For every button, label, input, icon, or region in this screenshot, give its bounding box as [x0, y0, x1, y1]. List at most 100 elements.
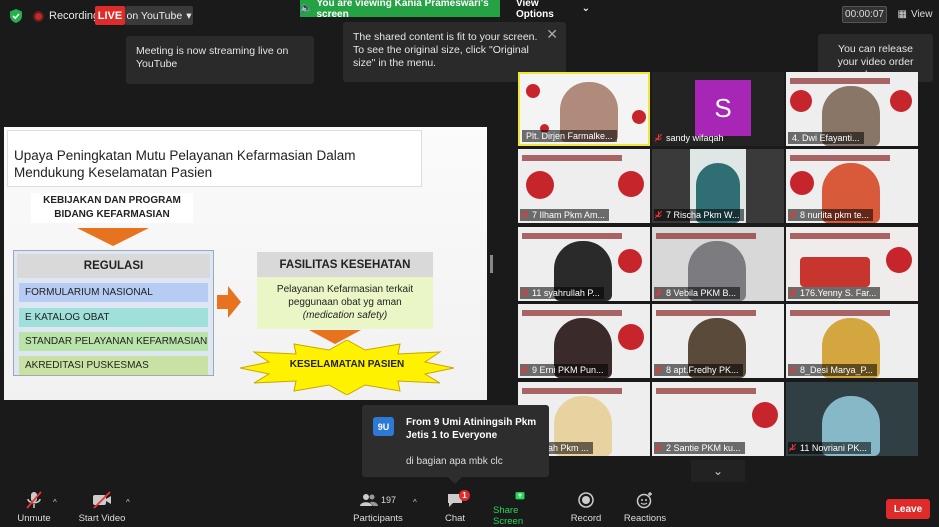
share-screen-label: Share Screen	[493, 505, 524, 527]
participant-video	[800, 257, 870, 287]
chevron-down-icon: ⌄	[581, 3, 590, 14]
badge-icon	[618, 249, 642, 273]
video-off-icon	[93, 491, 111, 509]
badge-icon	[790, 90, 812, 112]
fit-screen-text: The shared content is fit to your screen…	[353, 31, 538, 69]
video-tile[interactable]: 8 nurlita pkm te...	[786, 149, 918, 223]
badge-icon	[526, 171, 554, 199]
virus-icon	[632, 110, 646, 124]
unmute-label: Unmute	[17, 513, 51, 524]
share-screen-button[interactable]: Share Screen	[493, 491, 547, 527]
muted-mic-icon	[655, 211, 662, 219]
video-tile[interactable]: 11 Novriani PK...	[786, 382, 918, 456]
policy-box: KEBIJAKAN DAN PROGRAM BIDANG KEFARMASIAN	[31, 193, 193, 223]
participant-name: 2 Santie PKM ku...	[654, 442, 745, 454]
leave-button[interactable]: Leave	[886, 499, 930, 519]
facility-text-italic: (medication safety)	[302, 310, 388, 321]
chat-sender: From 9 Umi Atiningsih Pkm Jetis 1 to Eve…	[406, 417, 537, 441]
chat-notification[interactable]: 9U From 9 Umi Atiningsih Pkm Jetis 1 to …	[362, 405, 549, 477]
participant-name: 9 Erni PKM Pun...	[520, 364, 608, 376]
stream-target-dropdown[interactable]: on YouTube ▾	[125, 6, 193, 25]
muted-mic-icon	[789, 366, 796, 374]
speaker-icon: 🔈	[300, 3, 313, 14]
policy-line-2: BIDANG KEFARMASIAN	[54, 209, 170, 220]
arrow-right-icon	[217, 286, 241, 318]
video-tile[interactable]: Plt. Dirjen Farmalke...	[518, 72, 650, 146]
video-tile[interactable]: S sandy wifaqah	[652, 72, 784, 146]
video-tile[interactable]: 8 apt.Fredhy PK...	[652, 304, 784, 378]
reactions-button[interactable]: Reactions	[624, 491, 666, 527]
muted-mic-icon	[655, 134, 662, 142]
gallery-scroll-down-button[interactable]: ⌄	[691, 460, 745, 482]
badge-icon	[790, 171, 814, 195]
participant-name: 8_Desi Marya_P...	[788, 364, 877, 376]
muted-mic-icon	[655, 366, 662, 374]
caret-up-icon[interactable]: ^	[126, 498, 130, 507]
chat-notification-tail	[447, 476, 463, 484]
participants-icon	[359, 494, 378, 506]
participant-name: 4. Dwi Efayanti...	[788, 132, 864, 144]
participant-name: Plt. Dirjen Farmalke...	[522, 130, 617, 142]
video-tile[interactable]: 11 syahrullah P...	[518, 227, 650, 301]
participant-name: 176.Yenny S. Far...	[788, 287, 881, 299]
view-options-button[interactable]: View Options ⌄	[516, 0, 590, 20]
facility-title: FASILITAS KESEHATAN	[257, 252, 433, 277]
regulation-item: FORMULARIUM NASIONAL	[19, 283, 208, 302]
regulation-item: AKREDITASI PUSKESMAS	[19, 356, 208, 375]
stream-target-label: on YouTube	[126, 9, 183, 22]
split-divider-handle[interactable]	[490, 255, 493, 273]
view-label: View	[910, 9, 933, 20]
muted-mic-icon	[789, 211, 796, 219]
muted-mic-icon	[521, 211, 528, 219]
participant-name: 8 apt.Fredhy PK...	[654, 364, 743, 376]
participant-name: sandy wifaqah	[666, 133, 724, 143]
streaming-tooltip: Meeting is now streaming live on YouTube	[126, 36, 314, 84]
chat-unread-badge: 1	[459, 490, 470, 501]
slide-title: Upaya Peningkatan Mutu Pelayanan Kefarma…	[14, 148, 356, 180]
live-badge[interactable]: LIVE	[95, 6, 125, 25]
policy-line-1: KEBIJAKAN DAN PROGRAM	[43, 195, 181, 206]
video-tile[interactable]: 7 Ilham Pkm Am...	[518, 149, 650, 223]
recording-label: Recording	[49, 10, 100, 22]
participant-name: 11 syahrullah P...	[520, 287, 604, 299]
view-button[interactable]: ▦ View	[895, 6, 935, 23]
regulation-box: REGULASI FORMULARIUM NASIONAL E KATALOG …	[13, 250, 214, 376]
caret-up-icon[interactable]: ^	[53, 498, 57, 507]
shared-screen-slide: Upaya Peningkatan Mutu Pelayanan Kefarma…	[4, 127, 487, 400]
muted-mic-icon	[655, 444, 662, 452]
security-shield-icon[interactable]	[8, 8, 24, 24]
view-options-label: View Options	[516, 0, 554, 20]
chat-message: di bagian apa mbk clc	[406, 456, 503, 467]
virus-icon	[526, 84, 540, 98]
badge-icon	[752, 402, 778, 428]
video-tile[interactable]: 9 Erni PKM Pun...	[518, 304, 650, 378]
participant-name: 8 nurlita pkm te...	[788, 209, 874, 221]
recording-dot-icon	[33, 10, 44, 22]
arrow-down-icon	[77, 228, 149, 246]
caret-down-icon: ▾	[186, 9, 192, 22]
record-button[interactable]: Record	[569, 491, 603, 527]
video-tile[interactable]: 8_Desi Marya_P...	[786, 304, 918, 378]
outcome-label: KESELAMATAN PASIEN	[289, 359, 405, 370]
badge-icon	[618, 171, 644, 197]
video-tile[interactable]: 8 Vebila PKM B...	[652, 227, 784, 301]
participant-name: 7 Ilham Pkm Am...	[520, 209, 610, 221]
video-tile[interactable]: 176.Yenny S. Far...	[786, 227, 918, 301]
start-video-button[interactable]: Start Video	[76, 491, 128, 527]
video-tile[interactable]: 2 Santie PKM ku...	[652, 382, 784, 456]
avatar: 9U	[373, 417, 394, 436]
viewing-screen-label: You are viewing Kania Prameswari's scree…	[316, 0, 489, 20]
video-tile[interactable]: 7 Rischa Pkm W...	[652, 149, 784, 223]
caret-up-icon[interactable]: ^	[413, 498, 417, 507]
participants-button[interactable]: 197 Participants	[352, 491, 404, 527]
video-tile[interactable]: 4. Dwi Efayanti...	[786, 72, 918, 146]
close-icon[interactable]: ✕	[546, 27, 558, 41]
participants-count: 197	[380, 495, 397, 505]
recording-indicator[interactable]: Recording	[33, 8, 99, 24]
muted-mic-icon	[655, 289, 662, 297]
regulation-item: STANDAR PELAYANAN KEFARMASIAN	[19, 332, 208, 351]
regulation-title: REGULASI	[17, 254, 210, 278]
viewing-screen-banner: 🔈 You are viewing Kania Prameswari's scr…	[300, 0, 500, 20]
unmute-button[interactable]: Unmute	[14, 491, 54, 527]
muted-mic-icon	[26, 491, 42, 509]
